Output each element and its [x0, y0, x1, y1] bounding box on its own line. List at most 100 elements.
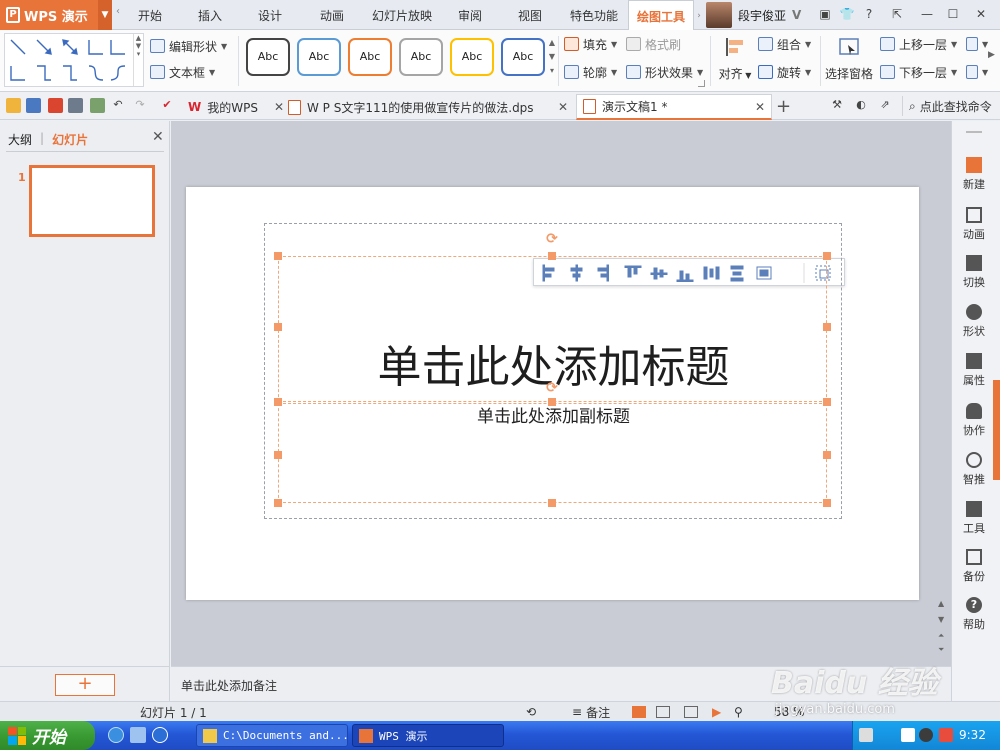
new-tab-button[interactable]: +	[776, 96, 791, 117]
resize-handle[interactable]	[274, 451, 282, 459]
notes-placeholder[interactable]: 单击此处添加备注	[181, 677, 277, 694]
tab-review[interactable]: 审阅	[450, 0, 490, 30]
close-button[interactable]: ✕	[972, 5, 990, 23]
slide-thumbnail[interactable]	[29, 165, 155, 237]
security-icon[interactable]	[939, 728, 953, 742]
shape-style-6[interactable]: Abc	[501, 38, 545, 76]
tab-animation[interactable]: 动画	[310, 0, 354, 30]
start-button[interactable]: 开始	[0, 721, 95, 750]
slide-sorter-button[interactable]	[656, 704, 670, 720]
task-explorer[interactable]: C:\Documents and...	[196, 724, 349, 747]
scroll-down-icon[interactable]: ▼	[938, 615, 944, 624]
tab-design[interactable]: 设计	[250, 0, 290, 30]
night-mode-icon[interactable]: ◐	[854, 98, 868, 112]
print-preview-icon[interactable]	[90, 98, 105, 113]
subtitle-placeholder[interactable]: 单击此处添加副标题	[278, 403, 827, 503]
selection-pane-button[interactable]: 选择窗格	[822, 34, 876, 88]
sidebar-item-animation[interactable]: 动画	[952, 207, 996, 242]
tab-view[interactable]: 视图	[510, 0, 550, 30]
doc-tab-my-wps[interactable]: W 我的WPS ✕	[182, 94, 290, 120]
rotate-button[interactable]: 旋转 ▼	[758, 62, 811, 82]
keyboard-icon[interactable]	[859, 728, 873, 742]
history-icon[interactable]: ⟲	[526, 704, 536, 720]
scroll-up-icon[interactable]: ▲	[938, 599, 944, 608]
edit-shape-button[interactable]: 编辑形状 ▼	[150, 36, 227, 56]
sidebar-item-new[interactable]: 新建	[952, 157, 996, 192]
undo-icon[interactable]: ↶	[111, 98, 125, 112]
more-options-button[interactable]: ▼	[966, 62, 988, 82]
shape-style-3[interactable]: Abc	[348, 38, 392, 76]
ribbon-collapse-icon[interactable]: ⇱	[888, 5, 906, 23]
dialog-launcher-icon[interactable]	[698, 80, 705, 87]
rotate-handle-icon[interactable]: ⟳	[545, 232, 559, 246]
tab-outline[interactable]: 大纲	[8, 131, 32, 148]
sidebar-item-collaborate[interactable]: 协作	[952, 403, 996, 438]
ribbon-scroll-right-icon[interactable]: ▶	[988, 50, 995, 60]
resize-handle[interactable]	[274, 398, 282, 406]
help-button[interactable]: ?	[860, 5, 878, 23]
tab-special-features[interactable]: 特色功能	[564, 0, 624, 30]
resize-handle[interactable]	[823, 398, 831, 406]
restore-button[interactable]: ☐	[944, 5, 962, 23]
chevron-down-icon[interactable]: ▼	[98, 0, 112, 30]
style-gallery-scroll[interactable]: ▲ ▼ ▾	[547, 36, 557, 82]
print-icon[interactable]	[68, 98, 83, 113]
fill-button[interactable]: 填充 ▼	[564, 34, 617, 54]
resize-handle[interactable]	[548, 398, 556, 406]
resize-handle[interactable]	[548, 499, 556, 507]
shape-style-4[interactable]: Abc	[399, 38, 443, 76]
shape-effects-button[interactable]: 形状效果 ▼	[626, 62, 703, 82]
sidebar-item-smart-push[interactable]: 智推	[952, 452, 996, 487]
pin-icon[interactable]: ⚲	[734, 704, 743, 720]
send-backward-button[interactable]: 下移一层 ▼	[880, 62, 957, 82]
ie-browser-icon[interactable]	[108, 727, 124, 743]
text-box-button[interactable]: 文本框 ▼	[150, 62, 215, 82]
tab-slides[interactable]: 幻灯片	[52, 131, 88, 148]
reading-view-button[interactable]	[684, 704, 698, 720]
doc-tab-dps-file[interactable]: W P S文字111的使用做宣传片的做法.dps ✕	[282, 94, 574, 120]
user-area[interactable]: 段宇俊亚 V	[706, 2, 801, 28]
tab-slideshow[interactable]: 幻灯片放映	[366, 0, 438, 30]
tab-home[interactable]: 开始	[130, 0, 170, 30]
connector-shapes-gallery[interactable]: ▲ ▼ ▾	[4, 33, 144, 87]
sidebar-item-transition[interactable]: 切换	[952, 255, 996, 290]
tabs-scroll-left-icon[interactable]: ‹	[116, 6, 128, 24]
resize-handle[interactable]	[823, 451, 831, 459]
notes-toggle-button[interactable]: ≡ 备注	[572, 704, 610, 720]
shape-style-2[interactable]: Abc	[297, 38, 341, 76]
resize-handle[interactable]	[823, 323, 831, 331]
avatar[interactable]	[706, 2, 732, 28]
open-folder-icon[interactable]	[6, 98, 21, 113]
close-icon[interactable]: ✕	[548, 100, 568, 114]
rotate-handle-icon[interactable]: ⟳	[545, 381, 559, 395]
app-menu-button[interactable]: P WPS 演示 ▼	[0, 0, 112, 30]
vertical-scrollbar[interactable]: ▲ ▼ ⏶ ⏷	[934, 121, 951, 666]
export-pdf-icon[interactable]	[48, 98, 63, 113]
tab-insert[interactable]: 插入	[190, 0, 230, 30]
shape-style-5[interactable]: Abc	[450, 38, 494, 76]
resize-handle[interactable]	[274, 499, 282, 507]
resize-handle[interactable]	[823, 499, 831, 507]
bring-forward-button[interactable]: 上移一层 ▼	[880, 34, 957, 54]
resize-handle[interactable]	[274, 252, 282, 260]
resize-handle[interactable]	[274, 323, 282, 331]
sidebar-item-help[interactable]: ? 帮助	[952, 597, 996, 632]
gallery-scroll[interactable]: ▲ ▼ ▾	[133, 34, 143, 86]
subtitle-placeholder-text[interactable]: 单击此处添加副标题	[279, 404, 828, 430]
browser-icon[interactable]	[152, 727, 168, 743]
wps-mark-icon[interactable]: ✔	[160, 98, 174, 112]
shape-style-1[interactable]: Abc	[246, 38, 290, 76]
align-distribute-button[interactable]: ▼	[966, 34, 988, 54]
mail-icon[interactable]: ▣	[816, 5, 834, 23]
sidebar-item-backup[interactable]: 备份	[952, 549, 996, 584]
outline-button[interactable]: 轮廓 ▼	[564, 62, 617, 82]
resize-handle[interactable]	[823, 252, 831, 260]
add-slide-button[interactable]: +	[55, 674, 115, 696]
close-icon[interactable]: ✕	[152, 129, 164, 145]
sidebar-item-properties[interactable]: 属性	[952, 353, 996, 388]
tabs-scroll-right-icon[interactable]: ›	[694, 0, 704, 30]
task-wps-presentation[interactable]: WPS 演示	[352, 724, 504, 747]
sidebar-expand-handle[interactable]	[993, 380, 1000, 480]
resize-handle[interactable]	[548, 252, 556, 260]
format-painter-button[interactable]: 格式刷	[626, 34, 681, 54]
